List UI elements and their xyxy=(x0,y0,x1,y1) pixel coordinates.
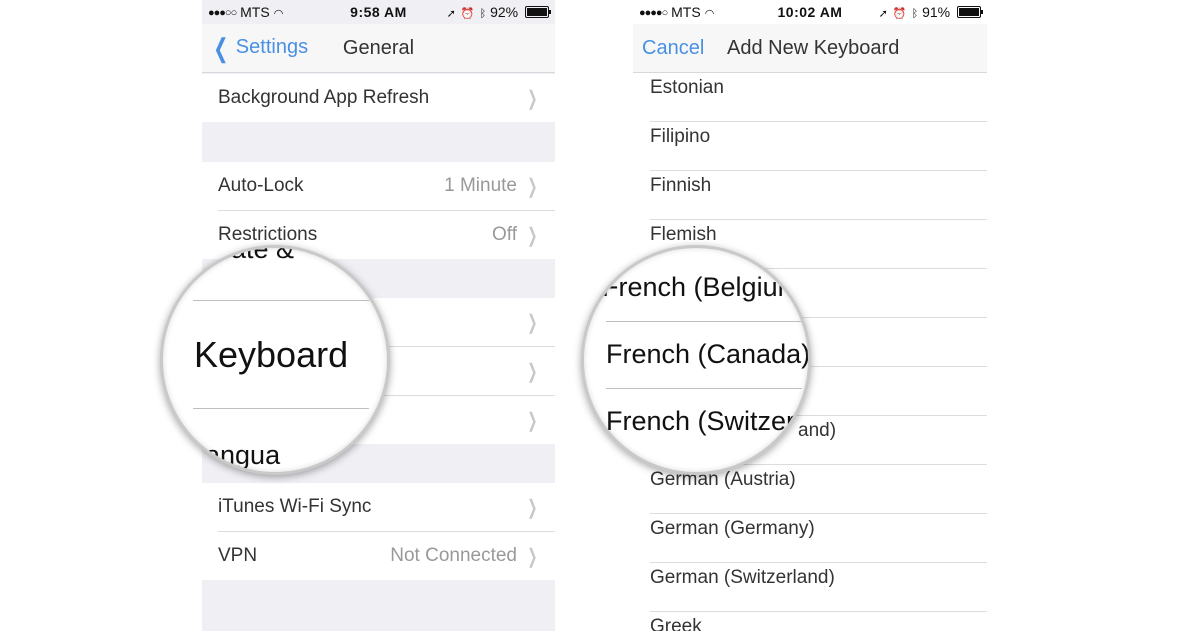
battery-fill xyxy=(959,8,980,16)
magnified-french-canada: French (Canada) xyxy=(606,339,811,369)
chevron-right-icon: ❯ xyxy=(527,410,538,432)
language-row[interactable]: Filipino xyxy=(650,122,987,171)
battery-percent: 92% xyxy=(490,4,519,20)
group-refresh: Background App Refresh ❯ xyxy=(202,74,555,122)
alarm-icon: ⏰ xyxy=(460,8,475,20)
magnified-separator xyxy=(193,300,369,301)
row-background-app-refresh[interactable]: Background App Refresh ❯ xyxy=(218,74,555,122)
navigation-bar: ❮ Settings General xyxy=(202,24,555,73)
chevron-right-icon: ❯ xyxy=(527,88,538,110)
status-bar: ●●●○○ MTS ◠ 9:58 AM ➚ ⏰ ᛒ 92% xyxy=(202,0,555,24)
magnifier-french: French (Belgium French (Canada) French (… xyxy=(581,245,811,475)
magnified-separator xyxy=(606,321,802,322)
location-icon: ➚ xyxy=(878,8,888,20)
chevron-right-icon: ❯ xyxy=(527,361,538,383)
magnified-separator xyxy=(193,408,369,409)
navigation-bar: Cancel Add New Keyboard xyxy=(633,24,987,73)
language-row[interactable]: German (Switzerland) xyxy=(650,563,987,612)
status-bar: ●●●●○ MTS ◠ 10:02 AM ➚ ⏰ ᛒ 91% xyxy=(633,0,987,24)
magnified-date-fragment: ate & xyxy=(231,245,295,264)
magnified-french-belgium: French (Belgium xyxy=(602,272,801,302)
battery-icon xyxy=(525,6,551,18)
alarm-icon: ⏰ xyxy=(892,8,907,20)
battery-icon xyxy=(957,6,983,18)
chevron-right-icon: ❯ xyxy=(527,176,538,198)
chevron-right-icon: ❯ xyxy=(527,312,538,334)
magnified-keyboard-label: Keyboard xyxy=(194,334,349,375)
bluetooth-icon: ᛒ xyxy=(479,8,487,20)
magnified-french-switzerland: French (Switzerl xyxy=(606,406,802,436)
magnified-language-fragment: angua xyxy=(205,440,281,470)
battery-percent: 91% xyxy=(922,4,951,20)
language-row[interactable]: German (Germany) xyxy=(650,514,987,563)
language-row[interactable]: Estonian xyxy=(650,73,987,122)
chevron-right-icon: ❯ xyxy=(527,225,538,247)
bluetooth-icon: ᛒ xyxy=(911,8,919,20)
row-vpn[interactable]: VPN Not Connected ❯ xyxy=(218,532,555,580)
group-sync-vpn: iTunes Wi-Fi Sync ❯ VPN Not Connected ❯ xyxy=(202,483,555,580)
language-row[interactable]: Finnish xyxy=(650,171,987,220)
status-right: ➚ ⏰ ᛒ 91% xyxy=(874,4,983,20)
language-row[interactable]: Greek xyxy=(650,612,987,631)
chevron-right-icon: ❯ xyxy=(527,546,538,568)
row-auto-lock[interactable]: Auto-Lock 1 Minute ❯ xyxy=(218,162,555,211)
magnified-separator xyxy=(606,388,802,389)
group-lock: Auto-Lock 1 Minute ❯ Restrictions Off ❯ xyxy=(202,162,555,259)
status-right: ➚ ⏰ ᛒ 92% xyxy=(442,4,551,20)
page-title: Add New Keyboard xyxy=(727,37,900,59)
cancel-button[interactable]: Cancel xyxy=(642,37,704,60)
battery-fill xyxy=(527,8,548,16)
chevron-right-icon: ❯ xyxy=(527,497,538,519)
magnifier-keyboard: ate & Keyboard angua xyxy=(160,245,390,475)
page-title: General xyxy=(342,37,415,59)
location-icon: ➚ xyxy=(446,8,456,20)
row-itunes-wifi-sync[interactable]: iTunes Wi-Fi Sync ❯ xyxy=(218,483,555,532)
